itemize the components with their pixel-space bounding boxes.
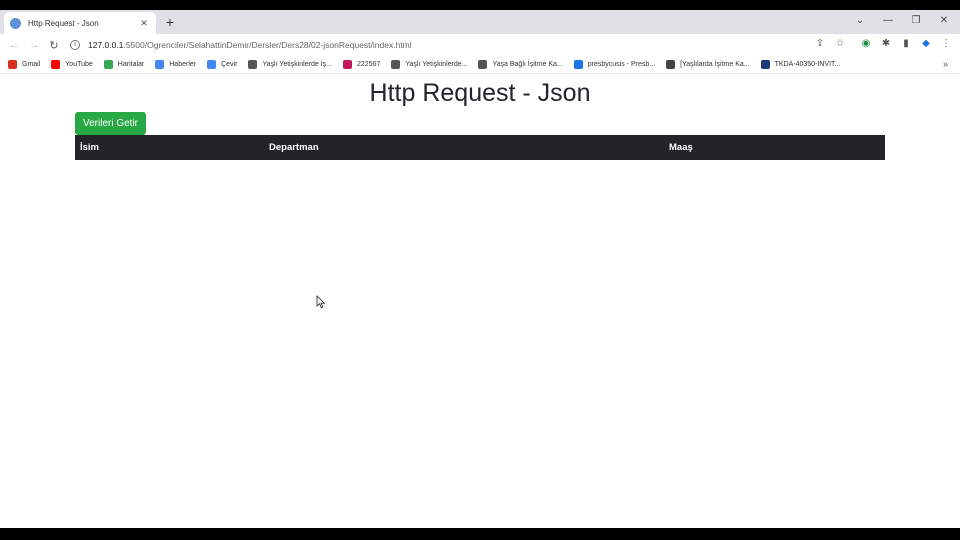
new-tab-button[interactable]: + <box>162 13 178 31</box>
bookmark-favicon-icon <box>760 60 770 69</box>
screen-bottom-border <box>0 528 960 540</box>
back-button[interactable]: ← <box>4 39 24 51</box>
url-path: :5500/Ogrenciler/SelahattinDemir/Dersler… <box>123 40 412 50</box>
tab-active[interactable]: Http Request - Json ✕ <box>4 12 156 34</box>
tab-title: Http Request - Json <box>28 18 99 28</box>
bookmark-favicon-icon <box>155 60 165 69</box>
bookmark-label: TKDA-40350-INVIT... <box>774 61 841 68</box>
browser-window: Http Request - Json ✕ + ⌄ — ❐ ✕ ← → ↻ i … <box>0 10 960 528</box>
globe-icon <box>10 17 21 29</box>
extensions-puzzle-icon[interactable]: ✱ <box>876 38 896 49</box>
bookmark-label: YouTube <box>65 61 93 68</box>
restore-button[interactable]: ❐ <box>906 13 926 29</box>
page-content: Http Request - Json Verileri Getir İsim … <box>0 75 960 528</box>
bookmark-favicon-icon <box>391 60 401 69</box>
column-header-name: İsim <box>75 135 264 160</box>
bookmark-label: Yaşlı Yetişkinlerde... <box>405 61 468 68</box>
bookmark-favicon-icon <box>666 60 676 69</box>
bookmark-favicon-icon <box>207 60 217 69</box>
close-window-button[interactable]: ✕ <box>934 13 954 29</box>
bookmark-favicon-icon <box>478 60 488 69</box>
bookmark-label: Yaşa Bağlı İşitme Ka... <box>492 61 563 68</box>
bookmark-label: 222567 <box>356 61 381 68</box>
bookmarks-bar: Gmail YouTube Haritalar Haberler Çevir Yaşlı … <box>0 56 960 74</box>
site-info-icon[interactable]: i <box>70 40 80 50</box>
bookmark-favicon-icon <box>342 60 352 69</box>
address-bar[interactable]: i 127.0.0.1 :5500/Ogrenciler/SelahattinD… <box>70 37 810 53</box>
bookmark-label: Çevir <box>221 61 238 68</box>
employees-table: İsim Departman Maaş <box>75 135 885 160</box>
bookmark-item[interactable]: [Yaşlılarda İşitme Ka... <box>666 60 750 69</box>
bookmark-label: presbycusis - Presb... <box>587 61 656 68</box>
bookmark-favicon-icon <box>573 60 583 69</box>
reload-button[interactable]: ↻ <box>44 39 64 52</box>
bookmarks-overflow-icon[interactable]: » <box>943 59 948 69</box>
share-icon[interactable]: ⇪ <box>810 38 830 49</box>
table-header-row: İsim Departman Maaş <box>75 135 885 160</box>
fetch-data-button[interactable]: Verileri Getir <box>75 112 147 135</box>
page-title: Http Request - Json <box>369 79 591 107</box>
tab-strip: Http Request - Json ✕ + ⌄ — ❐ ✕ <box>0 10 960 34</box>
bookmark-item[interactable]: Yaşa Bağlı İşitme Ka... <box>478 60 563 69</box>
bookmark-item[interactable]: Çevir <box>207 60 237 69</box>
bookmark-label: Haritalar <box>117 61 145 68</box>
shield-icon[interactable]: ◆ <box>916 38 936 49</box>
browser-toolbar: ← → ↻ i 127.0.0.1 :5500/Ogrenciler/Selah… <box>0 34 960 56</box>
bookmark-star-icon[interactable]: ☆ <box>830 38 850 49</box>
bookmark-label: Haberler <box>169 61 197 68</box>
side-panel-icon[interactable]: ▮ <box>896 38 916 49</box>
minimize-button[interactable]: — <box>878 13 898 29</box>
bookmark-item[interactable]: YouTube <box>51 60 93 69</box>
bookmark-label: Gmail <box>22 61 41 68</box>
bookmark-item[interactable]: presbycusis - Presb... <box>573 60 656 69</box>
extension-icon[interactable]: ◉ <box>856 38 876 49</box>
bookmark-item[interactable]: 222567 <box>342 60 381 69</box>
bookmark-item[interactable]: TKDA-40350-INVIT... <box>760 60 841 69</box>
bookmark-favicon-icon <box>103 60 113 69</box>
bookmark-favicon-icon <box>51 60 61 69</box>
bookmark-favicon-icon <box>8 60 17 69</box>
tab-search-icon[interactable]: ⌄ <box>850 13 870 29</box>
bookmark-label: [Yaşlılarda İşitme Ka... <box>680 61 750 68</box>
tab-close-icon[interactable]: ✕ <box>138 18 150 29</box>
column-header-salary: Maaş <box>664 135 885 160</box>
bookmark-item[interactable]: Gmail <box>8 60 40 69</box>
bookmark-item[interactable]: Yaşlı Yetişkinlerde İş... <box>248 60 332 69</box>
bookmark-item[interactable]: Yaşlı Yetişkinlerde... <box>391 60 467 69</box>
bookmark-favicon-icon <box>248 60 258 69</box>
column-header-department: Departman <box>264 135 664 160</box>
bookmark-item[interactable]: Haberler <box>155 60 196 69</box>
url-host: 127.0.0.1 <box>88 40 124 50</box>
bookmark-label: Yaşlı Yetişkinlerde İş... <box>262 61 332 68</box>
bookmark-item[interactable]: Haritalar <box>103 60 145 69</box>
screen-top-border <box>0 0 960 10</box>
forward-button[interactable]: → <box>24 39 44 51</box>
menu-icon[interactable]: ⋮ <box>936 38 956 49</box>
